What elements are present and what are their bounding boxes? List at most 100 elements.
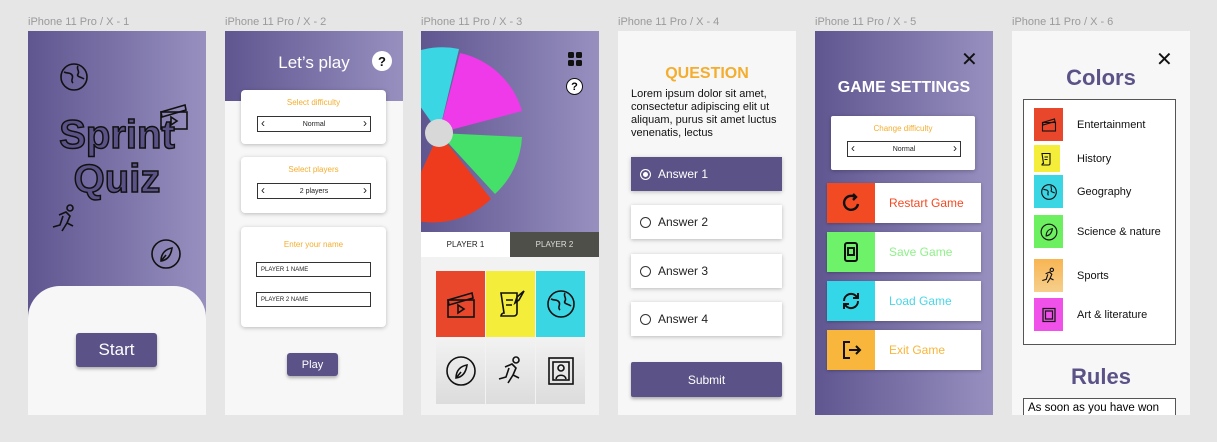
save-game-button[interactable]: Save Game [827,232,981,272]
answer-option[interactable]: Answer 1 [631,157,782,191]
category-tile-entertainment[interactable] [436,271,485,337]
player1-name-input[interactable]: PLAYER 1 NAME [256,262,371,277]
exit-icon [827,330,875,370]
app-title: Sprint Quiz [58,112,175,202]
category-tile-geography[interactable] [536,271,585,337]
chevron-left-icon[interactable]: ‹ [261,183,265,197]
chevron-right-icon[interactable]: › [953,141,957,155]
category-tile-science[interactable] [436,338,485,404]
game-board-screen: ? PLAYER 1 PLAYER 2 [421,31,599,415]
players-value: 2 players [299,187,329,195]
legend-item: Sports [1034,259,1109,292]
scroll-quill-icon [1034,145,1060,172]
radio-button[interactable] [640,216,651,228]
legend-item: Entertainment [1034,108,1145,141]
colors-legend: Entertainment History Geography Science … [1023,99,1176,345]
splash-screen: Sprint Quiz Start [28,31,206,415]
save-game-label: Save Game [889,245,953,259]
settings-heading: GAME SETTINGS [837,79,971,96]
chevron-right-icon[interactable]: › [363,183,367,197]
frame-label: iPhone 11 Pro / X - 2 [225,16,327,28]
question-heading: QUESTION [665,65,749,82]
difficulty-card: Change difficulty ‹ Normal › [831,116,975,170]
help-button[interactable]: ? [566,78,583,95]
restart-icon [827,183,875,223]
globe-icon [1034,175,1063,208]
radio-selected[interactable] [640,168,651,180]
name-card: Enter your name PLAYER 1 NAME PLAYER 2 N… [241,227,386,327]
exit-game-label: Exit Game [889,343,946,357]
legend-label: Geography [1077,185,1132,198]
difficulty-select[interactable]: ‹ Normal › [847,141,961,157]
tab-player-2[interactable]: PLAYER 2 [510,232,599,257]
tab-player-1[interactable]: PLAYER 1 [421,232,510,257]
runner-icon [1034,259,1063,292]
settings-screen: ✕ GAME SETTINGS Change difficulty ‹ Norm… [815,31,993,415]
load-game-label: Load Game [889,294,952,308]
legend-label: Entertainment [1077,118,1146,131]
frame-label: iPhone 11 Pro / X - 5 [815,16,917,28]
legend-label: Science & nature [1077,225,1161,238]
difficulty-heading: Change difficulty [873,124,933,133]
leaf-icon [445,356,476,386]
legend-label: Sports [1077,269,1109,282]
rules-heading: Rules [1071,364,1131,389]
start-button[interactable]: Start [76,333,157,367]
category-tile-sports[interactable] [486,338,535,404]
legend-label: Art & literature [1077,308,1148,321]
grid-menu-icon[interactable] [568,52,582,71]
answer-option[interactable]: Answer 2 [631,205,782,239]
globe-icon [546,290,575,318]
answer-label: Answer 1 [658,167,709,181]
answer-label: Answer 2 [658,215,709,229]
portrait-frame-icon [547,357,574,385]
play-button[interactable]: Play [287,353,338,376]
restart-game-button[interactable]: Restart Game [827,183,981,223]
radio-button[interactable] [640,313,651,325]
legend-label: History [1077,152,1112,165]
legend-item: Art & literature [1034,298,1147,331]
difficulty-select[interactable]: ‹ Normal › [257,116,371,132]
difficulty-heading: Select difficulty [286,98,341,107]
exit-game-button[interactable]: Exit Game [827,330,981,370]
clapperboard-icon [446,291,475,318]
frame-label: iPhone 11 Pro / X - 1 [28,16,130,28]
answer-option[interactable]: Answer 3 [631,254,782,288]
frame-label: iPhone 11 Pro / X - 4 [618,16,720,28]
help-button[interactable]: ? [372,51,392,71]
category-tile-art[interactable] [536,338,585,404]
question-screen: QUESTION Lorem ipsum dolor sit amet, con… [618,31,796,415]
legend-item: Geography [1034,175,1131,208]
scroll-quill-icon [499,290,525,317]
leaf-icon [1034,215,1063,248]
chevron-left-icon[interactable]: ‹ [851,141,855,155]
help-screen: ✕ Colors Entertainment History Geography… [1012,31,1190,415]
legend-item: Science & nature [1034,215,1161,248]
name-heading: Enter your name [283,240,344,249]
frame-label: iPhone 11 Pro / X - 3 [421,16,523,28]
answer-label: Answer 4 [658,312,709,326]
chevron-right-icon[interactable]: › [363,116,367,130]
restart-game-label: Restart Game [889,196,964,210]
submit-button[interactable]: Submit [631,362,782,397]
frame-label: iPhone 11 Pro / X - 6 [1012,16,1114,28]
runner-icon [50,203,80,240]
category-tile-history[interactable] [486,271,535,337]
player2-name-input[interactable]: PLAYER 2 NAME [256,292,371,307]
clapperboard-icon [1034,108,1063,141]
rules-text: As soon as you have won [1023,398,1176,415]
answer-option[interactable]: Answer 4 [631,302,782,336]
load-game-button[interactable]: Load Game [827,281,981,321]
answer-label: Answer 3 [658,264,709,278]
reload-icon [827,281,875,321]
leaf-icon [150,238,182,275]
radio-button[interactable] [640,265,651,277]
players-select[interactable]: ‹ 2 players › [257,183,371,199]
players-card: Select players ‹ 2 players › [241,157,386,213]
runner-icon [498,356,520,384]
close-icon[interactable]: ✕ [961,47,978,72]
legend-item: History [1034,145,1111,172]
players-heading: Select players [288,165,339,174]
globe-icon [58,61,90,98]
chevron-left-icon[interactable]: ‹ [261,116,265,130]
